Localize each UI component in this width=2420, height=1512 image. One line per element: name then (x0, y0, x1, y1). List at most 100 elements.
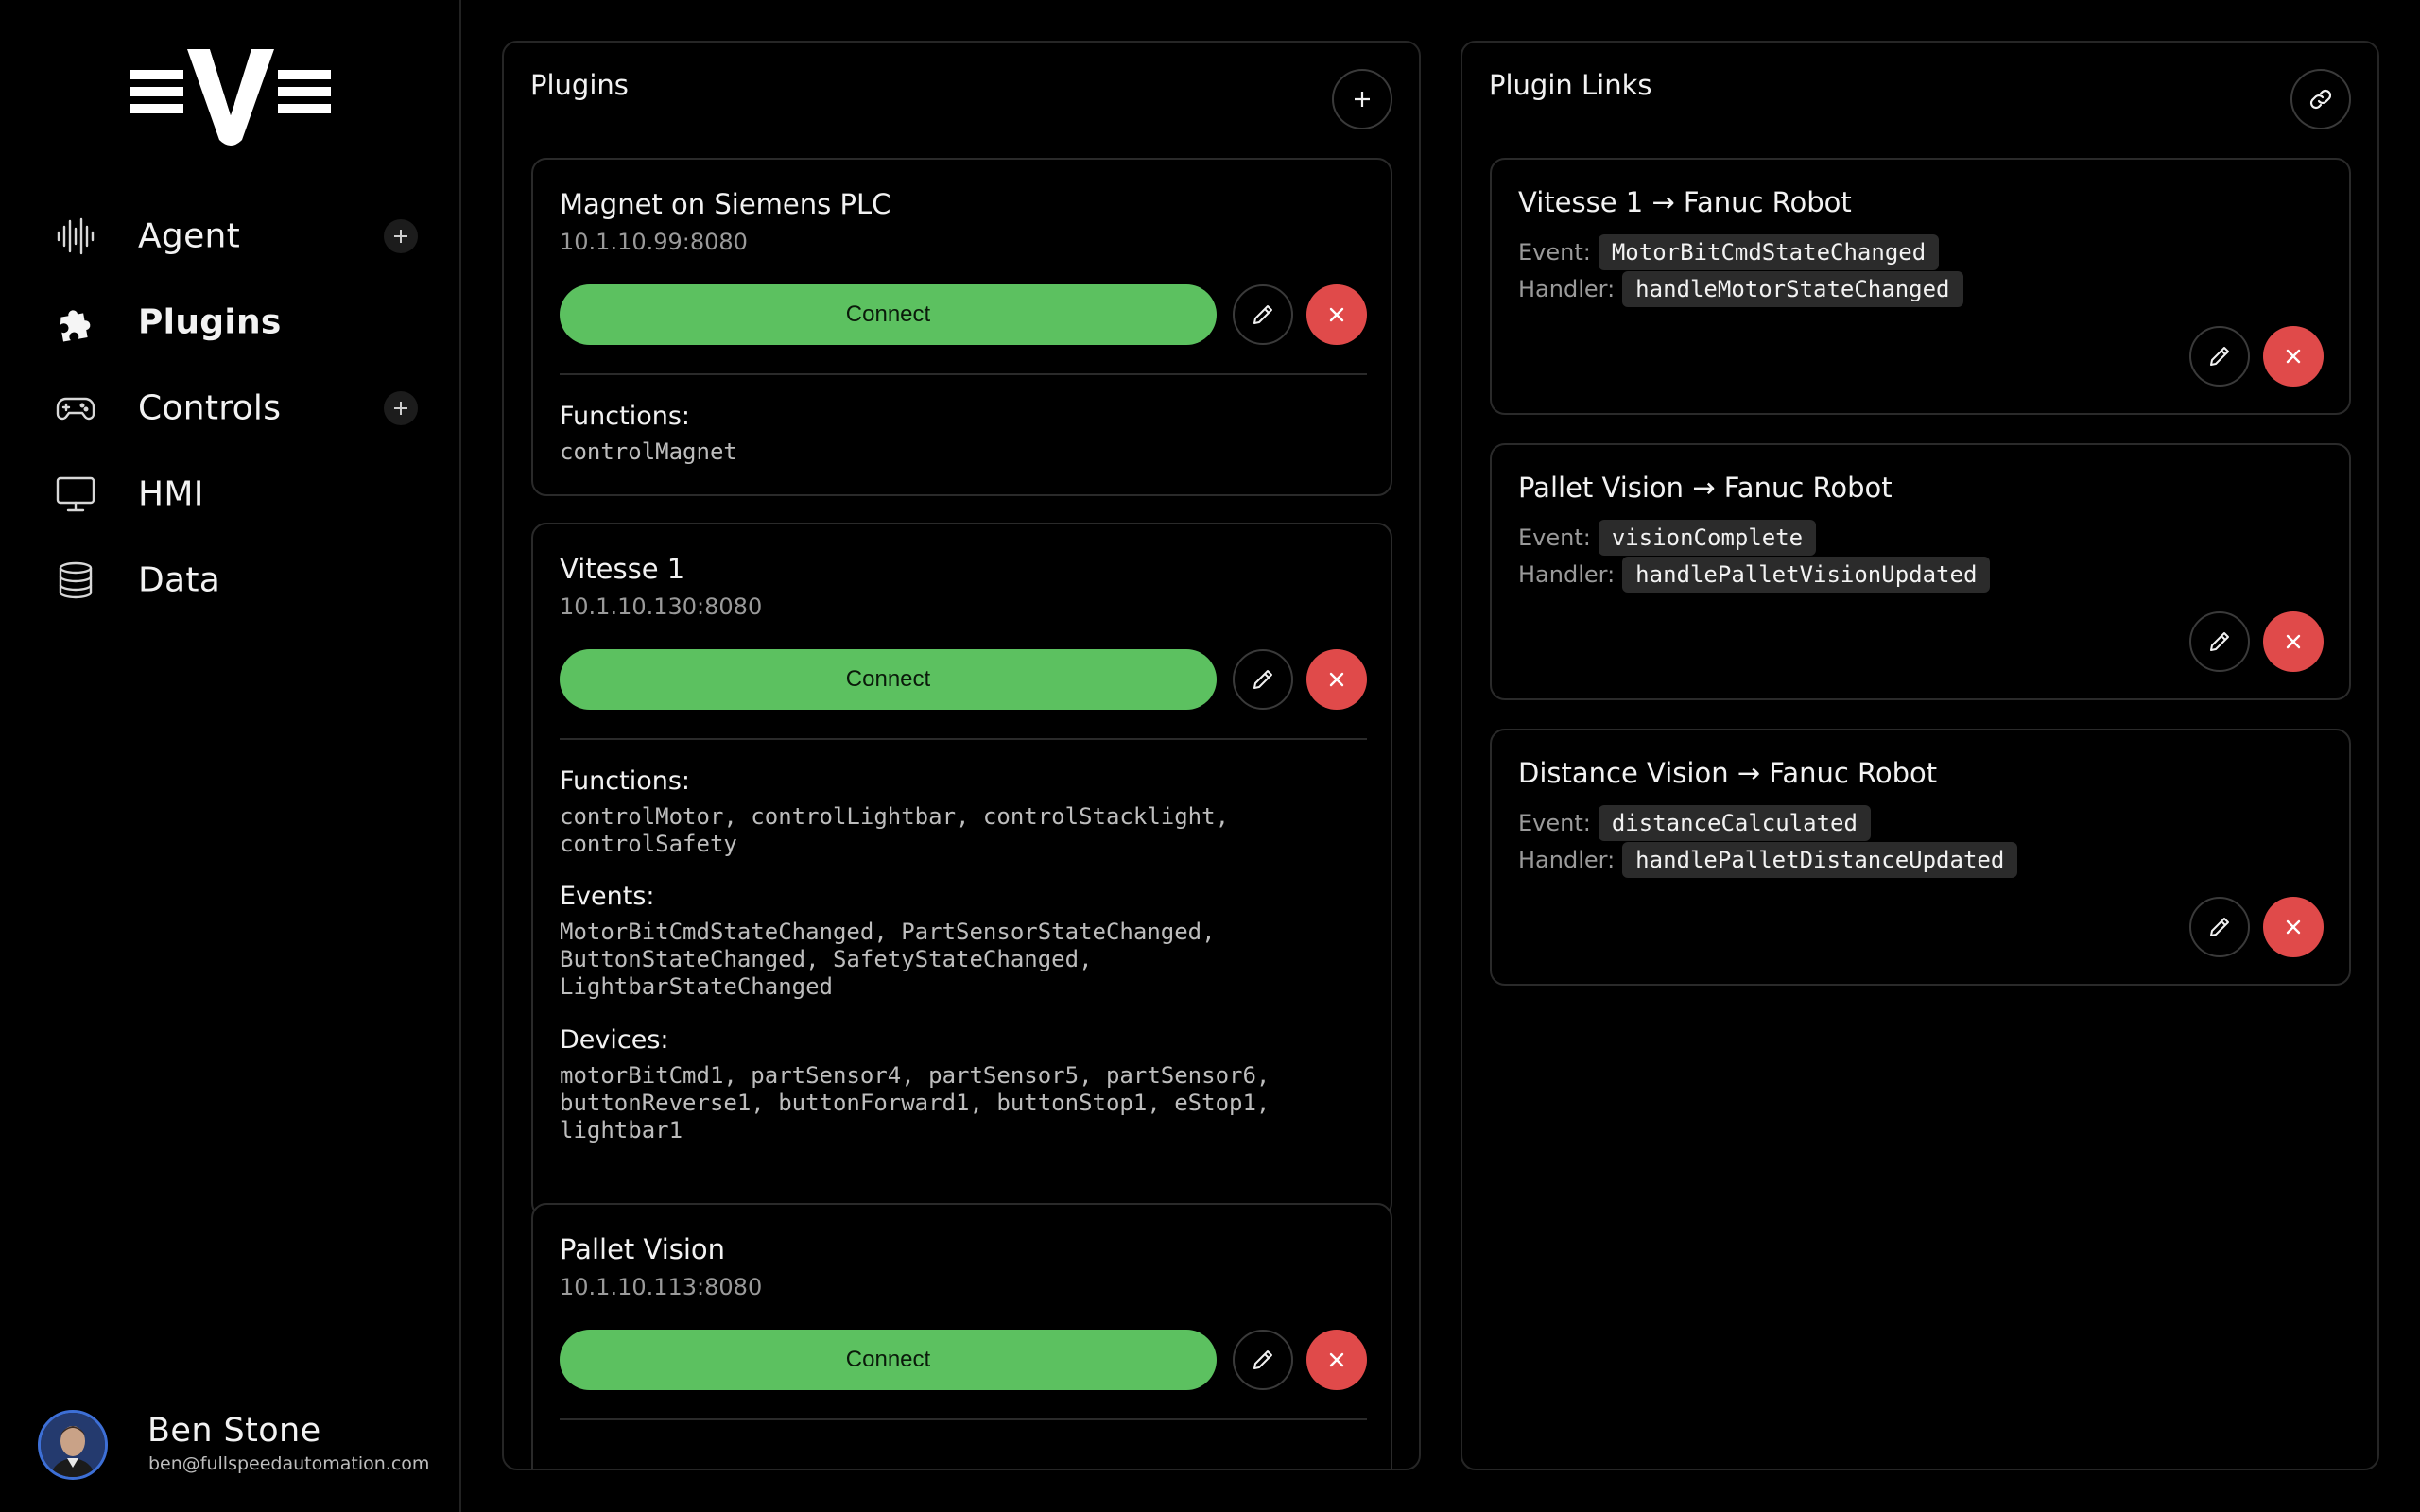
plugin-card: Magnet on Siemens PLC 10.1.10.99:8080 Co… (531, 158, 1392, 496)
add-plugin-button[interactable] (1332, 69, 1392, 129)
gamepad-icon (56, 397, 95, 420)
add-agent-button[interactable] (384, 218, 418, 253)
event-value: visionComplete (1598, 520, 1817, 556)
plugin-links-panel: Plugin Links Vitesse 1 → Fanuc Robot Eve… (1461, 41, 2379, 1470)
handler-row: Handler: handlePalletVisionUpdated (1518, 556, 1991, 593)
pencil-icon (1253, 305, 1272, 324)
delete-plugin-button[interactable] (1306, 284, 1367, 345)
event-label: Event: (1518, 239, 1591, 266)
connect-button[interactable]: Connect (560, 284, 1217, 345)
nav-item-data[interactable]: Data (0, 537, 459, 623)
nav-item-hmi[interactable]: HMI (0, 451, 459, 537)
devices-label: Devices: (560, 1025, 669, 1055)
functions-list: controlMotor, controlLightbar, controlSt… (560, 803, 1230, 857)
edit-plugin-button[interactable] (1233, 649, 1293, 710)
plugin-address: 10.1.10.130:8080 (560, 593, 763, 620)
event-value: MotorBitCmdStateChanged (1598, 234, 1940, 270)
event-row: Event: visionComplete (1518, 519, 1817, 557)
pencil-icon (1253, 1350, 1272, 1369)
user-name: Ben Stone (147, 1412, 321, 1450)
panel-title-plugin-links: Plugin Links (1489, 69, 1652, 101)
functions-label: Functions: (560, 402, 691, 431)
plus-icon (394, 229, 407, 243)
waveform-icon (57, 217, 95, 254)
link-card: Vitesse 1 → Fanuc Robot Event: MotorBitC… (1490, 158, 2351, 415)
edit-link-button[interactable] (2189, 611, 2250, 672)
handler-row: Handler: handlePalletDistanceUpdated (1518, 841, 2018, 879)
link-title: Distance Vision → Fanuc Robot (1518, 757, 1938, 789)
panel-title-plugins: Plugins (530, 69, 629, 101)
database-icon (59, 561, 93, 598)
puzzle-icon (60, 309, 91, 342)
event-value: distanceCalculated (1598, 805, 1871, 841)
link-title: Vitesse 1 → Fanuc Robot (1518, 186, 1852, 218)
close-icon (1329, 307, 1344, 322)
delete-plugin-button[interactable] (1306, 1330, 1367, 1390)
functions-label: Functions: (560, 766, 691, 796)
event-row: Event: MotorBitCmdStateChanged (1518, 233, 1940, 271)
pencil-icon (2210, 347, 2229, 366)
sidebar: Agent Plugins Controls HMI Data Ben Ston… (0, 0, 461, 1512)
divider (560, 738, 1367, 740)
plugin-card: Pallet Vision 10.1.10.113:8080 Connect (531, 1203, 1392, 1469)
plugin-name: Pallet Vision (560, 1233, 726, 1265)
close-icon (2286, 349, 2301, 364)
events-list: MotorBitCmdStateChanged, PartSensorState… (560, 919, 1216, 1000)
monitor-icon (56, 476, 95, 511)
plus-icon (394, 401, 407, 415)
plugin-name: Vitesse 1 (560, 553, 685, 585)
user-email: ben@fullspeedautomation.com (148, 1453, 430, 1474)
brand-logo (130, 49, 331, 146)
handler-label: Handler: (1518, 276, 1616, 302)
event-label: Event: (1518, 810, 1591, 836)
plugin-address: 10.1.10.99:8080 (560, 229, 748, 255)
pencil-icon (1253, 670, 1272, 689)
edit-plugin-button[interactable] (1233, 284, 1293, 345)
avatar (38, 1410, 108, 1480)
nav-item-controls[interactable]: Controls (0, 365, 459, 451)
functions-list: controlMagnet (560, 438, 737, 465)
connect-button[interactable]: Connect (560, 649, 1217, 710)
handler-value: handlePalletVisionUpdated (1622, 557, 1991, 593)
pencil-icon (2210, 918, 2229, 936)
delete-link-button[interactable] (2263, 897, 2324, 957)
delete-plugin-button[interactable] (1306, 649, 1367, 710)
plugin-card: Vitesse 1 10.1.10.130:8080 Connect Funct… (531, 523, 1392, 1218)
pencil-icon (2210, 632, 2229, 651)
plugin-name: Magnet on Siemens PLC (560, 188, 891, 220)
handler-label: Handler: (1518, 561, 1616, 588)
nav-label-data: Data (138, 560, 221, 599)
handler-row: Handler: handleMotorStateChanged (1518, 270, 1963, 308)
close-icon (2286, 919, 2301, 935)
connect-button[interactable]: Connect (560, 1330, 1217, 1390)
handler-value: handlePalletDistanceUpdated (1622, 842, 2018, 878)
link-card: Distance Vision → Fanuc Robot Event: dis… (1490, 729, 2351, 986)
events-label: Events: (560, 882, 655, 911)
plus-icon (1355, 92, 1370, 107)
close-icon (1329, 672, 1344, 687)
main-nav: Agent Plugins Controls HMI Data (0, 193, 459, 623)
nav-label-hmi: HMI (138, 474, 204, 513)
user-profile[interactable]: Ben Stone ben@fullspeedautomation.com (38, 1408, 444, 1480)
nav-item-plugins[interactable]: Plugins (0, 279, 459, 365)
close-icon (2286, 634, 2301, 649)
nav-label-agent: Agent (138, 216, 241, 255)
nav-item-agent[interactable]: Agent (0, 193, 459, 279)
delete-link-button[interactable] (2263, 611, 2324, 672)
edit-link-button[interactable] (2189, 897, 2250, 957)
add-link-button[interactable] (2290, 69, 2351, 129)
devices-list: motorBitCmd1, partSensor4, partSensor5, … (560, 1062, 1270, 1143)
link-title: Pallet Vision → Fanuc Robot (1518, 472, 1893, 504)
edit-plugin-button[interactable] (1233, 1330, 1293, 1390)
plugin-address: 10.1.10.113:8080 (560, 1274, 763, 1300)
link-icon (2309, 89, 2332, 110)
edit-link-button[interactable] (2189, 326, 2250, 387)
nav-label-plugins: Plugins (138, 302, 282, 341)
add-control-button[interactable] (384, 390, 418, 425)
event-row: Event: distanceCalculated (1518, 804, 1871, 842)
nav-label-controls: Controls (138, 388, 282, 427)
close-icon (1329, 1352, 1344, 1367)
handler-value: handleMotorStateChanged (1622, 271, 1963, 307)
delete-link-button[interactable] (2263, 326, 2324, 387)
event-label: Event: (1518, 524, 1591, 551)
